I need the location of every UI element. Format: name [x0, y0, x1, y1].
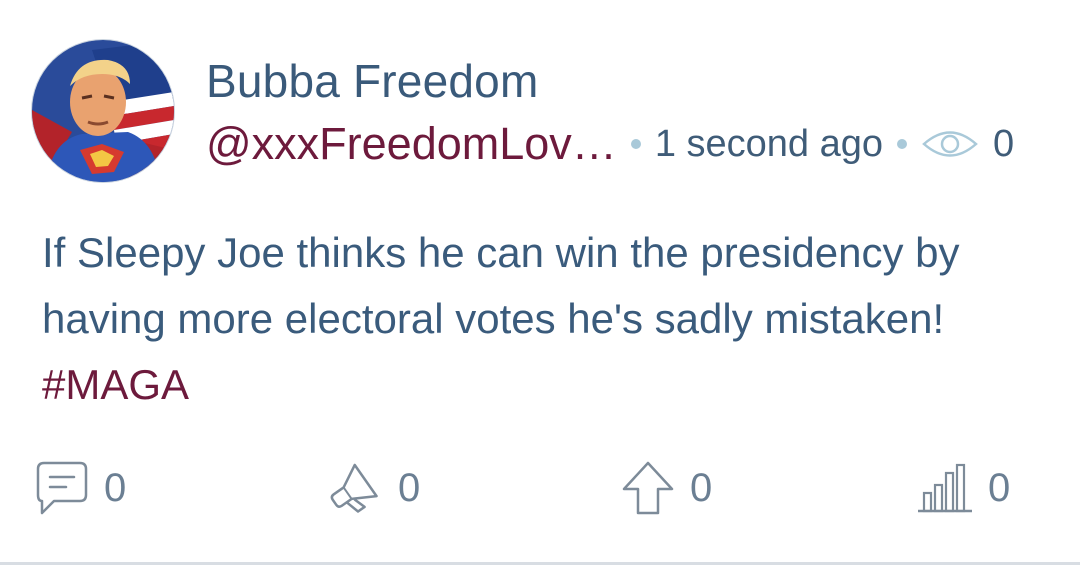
avatar[interactable] — [32, 40, 174, 182]
separator-dot — [630, 139, 641, 149]
stats-button[interactable]: 0 — [916, 458, 1010, 518]
arrow-up-icon — [620, 459, 676, 517]
stats-count: 0 — [988, 465, 1011, 510]
avatar-image — [32, 40, 174, 182]
repost-button[interactable]: 0 — [326, 458, 420, 518]
author-handle[interactable]: @xxxFreedomLov… — [206, 118, 617, 170]
post-card[interactable]: Bubba Freedom @xxxFreedomLov… 1 second a… — [0, 0, 1080, 565]
reply-button[interactable]: 0 — [34, 458, 126, 518]
view-count: 0 — [993, 122, 1015, 165]
upvote-button[interactable]: 0 — [620, 458, 712, 518]
post-body-text: If Sleepy Joe thinks he can win the pres… — [42, 229, 960, 342]
separator-dot — [897, 139, 907, 149]
hashtag-link[interactable]: #MAGA — [42, 352, 189, 418]
bar-chart-icon — [916, 459, 974, 517]
megaphone-icon — [326, 459, 384, 517]
upvote-count: 0 — [690, 465, 713, 510]
reply-count: 0 — [104, 465, 127, 510]
eye-icon — [921, 127, 979, 161]
post-meta: @xxxFreedomLov… 1 second ago 0 — [206, 116, 1014, 172]
author-display-name[interactable]: Bubba Freedom — [206, 54, 538, 108]
repost-count: 0 — [398, 465, 421, 510]
comment-icon — [34, 459, 90, 517]
post-timestamp: 1 second ago — [654, 122, 883, 165]
